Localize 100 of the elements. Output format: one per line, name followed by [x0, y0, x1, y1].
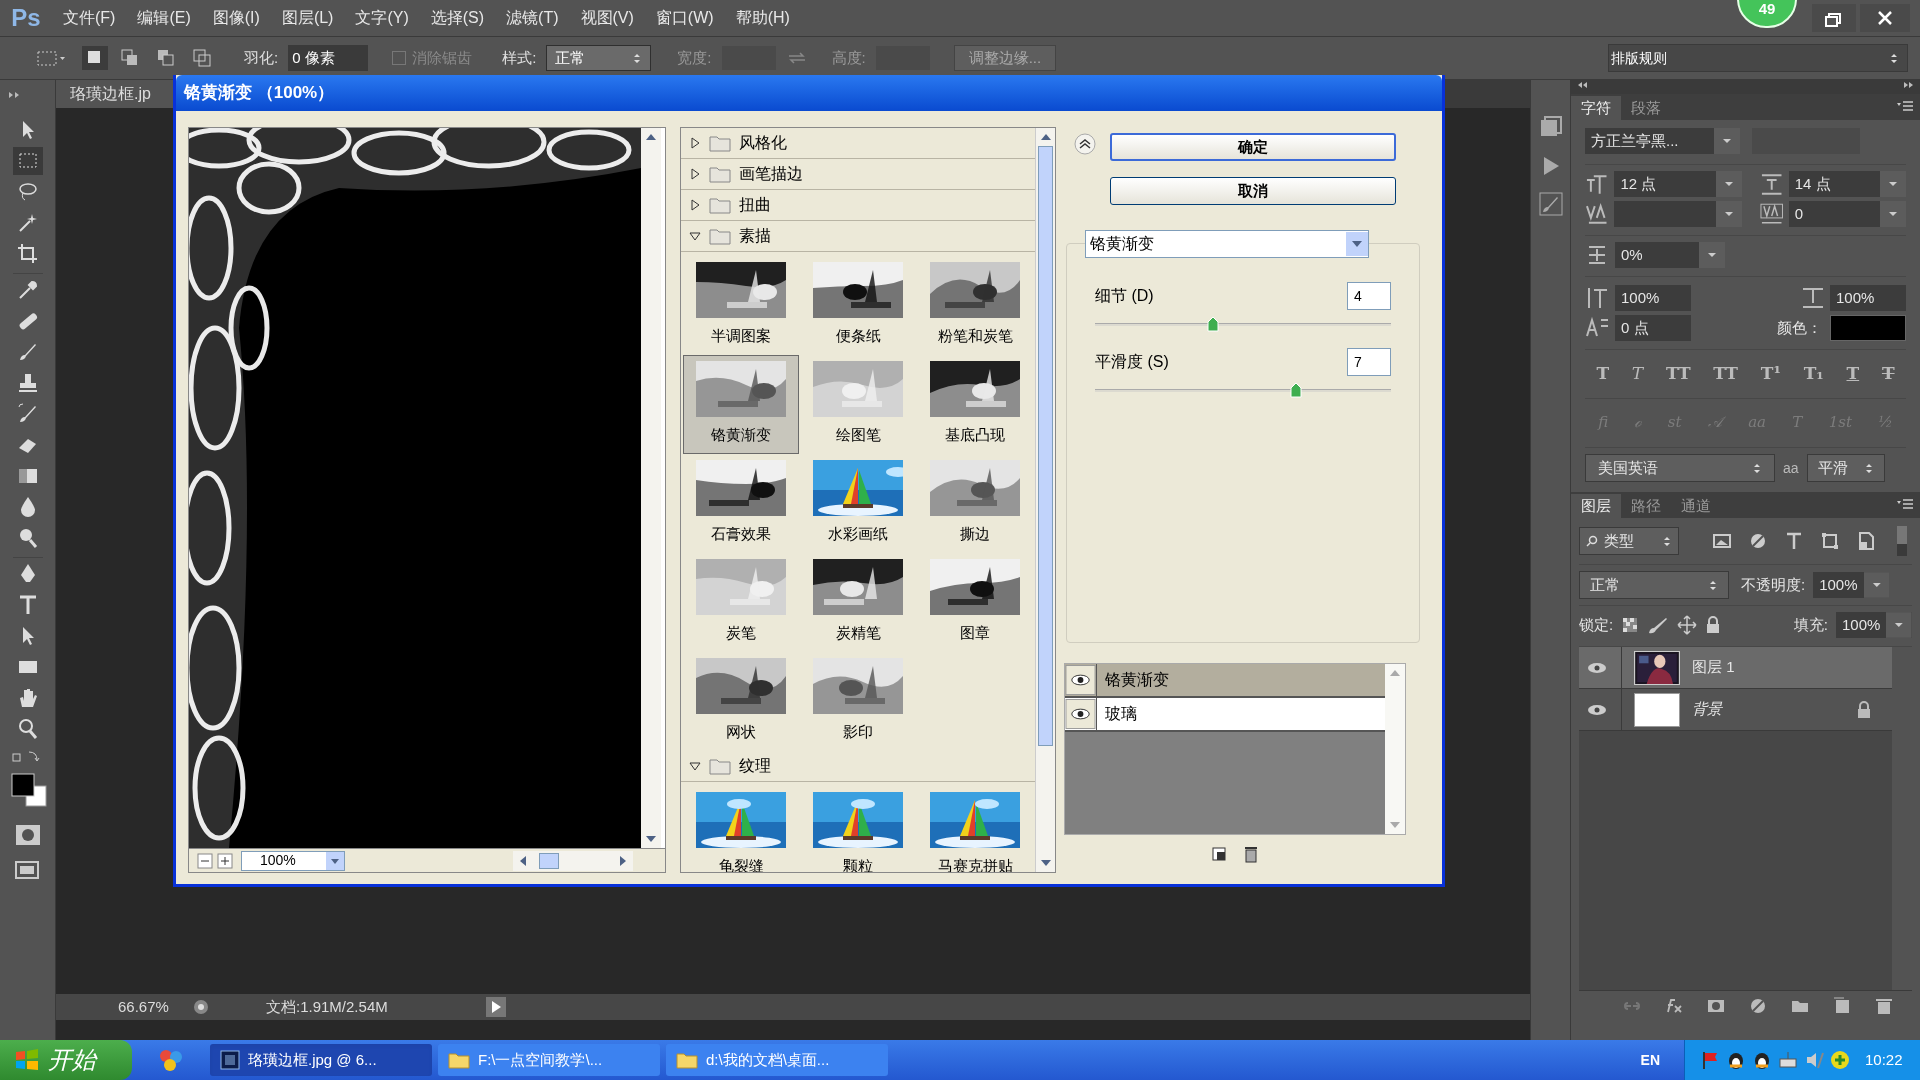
filter-thumbnail[interactable]: 石膏效果 [683, 454, 799, 553]
font-family-dropdown[interactable]: 方正兰亭黑... [1585, 128, 1740, 154]
language-dropdown[interactable]: 美国英语 [1585, 454, 1775, 482]
scrollbar[interactable] [513, 850, 633, 871]
network-icon[interactable] [1777, 1049, 1799, 1071]
new-selection-icon[interactable] [82, 46, 108, 70]
plus-icon[interactable] [1829, 1049, 1851, 1071]
filter-thumbnail[interactable]: 铬黄渐变 [683, 355, 799, 454]
taskbar-button[interactable]: 珞璜边框.jpg @ 6... [210, 1044, 432, 1076]
font-size-field[interactable]: 12 点 [1614, 171, 1742, 197]
new-effect-layer-icon[interactable] [1210, 845, 1228, 863]
type-style-button[interactable]: T [1881, 361, 1895, 387]
close-icon[interactable] [1860, 4, 1910, 32]
panel-tab[interactable]: 段落 [1621, 96, 1671, 120]
parameter-field[interactable]: 4 [1347, 282, 1391, 310]
filter-thumbnail[interactable]: 粉笔和炭笔 [917, 256, 1033, 355]
menu-item[interactable]: 视图(V) [569, 6, 645, 30]
feather-field[interactable]: 0 像素 [288, 45, 369, 71]
lock-icon[interactable] [1705, 616, 1722, 634]
play-icon[interactable] [486, 997, 506, 1017]
taskbar-button[interactable]: d:\我的文档\桌面... [666, 1044, 888, 1076]
menu-item[interactable]: 文字(Y) [344, 6, 420, 30]
filter-thumbnail[interactable]: 水彩画纸 [800, 454, 916, 553]
blend-mode-dropdown[interactable]: 正常 [1579, 571, 1729, 599]
kerning-field[interactable] [1614, 201, 1742, 227]
restore-icon[interactable] [1812, 4, 1856, 32]
marquee-icon[interactable] [12, 147, 43, 175]
horizontal-scale-field[interactable]: 100% [1830, 285, 1906, 311]
menu-item[interactable]: 图层(L) [270, 6, 345, 30]
filter-thumbnail[interactable]: 半调图案 [683, 256, 799, 355]
opacity-field[interactable]: 100% [1813, 572, 1890, 598]
menu-item[interactable]: 编辑(E) [126, 6, 202, 30]
eye-icon[interactable] [1065, 698, 1097, 730]
color-swatch[interactable] [1830, 315, 1906, 341]
filter-group[interactable]: 纹理 [681, 751, 1035, 782]
taskbar-button[interactable]: F:\一点空间教学\... [438, 1044, 660, 1076]
caret-right-icon[interactable] [620, 855, 626, 866]
ok-button[interactable]: 确定 [1110, 133, 1396, 161]
caret-left-icon[interactable] [520, 855, 526, 866]
new-layer-icon[interactable] [1832, 995, 1852, 1016]
scroll-thumb[interactable] [539, 852, 559, 869]
zoom-in-icon[interactable] [217, 852, 233, 869]
filter-thumbnail[interactable]: 影印 [800, 652, 916, 751]
panel-tab[interactable]: 通道 [1671, 494, 1721, 518]
shape-filter-icon[interactable] [1819, 530, 1841, 552]
effect-layer-row[interactable]: 玻璃 [1065, 698, 1385, 732]
slider-thumb[interactable] [1290, 382, 1303, 398]
filter-dropdown[interactable]: 铬黄渐变 [1085, 230, 1369, 258]
lock-position-icon[interactable] [1677, 615, 1698, 635]
filter-thumbnail[interactable]: 绘图笔 [800, 355, 916, 454]
type-style-button[interactable]: TT [1713, 361, 1739, 387]
zoom-dropdown[interactable]: 100% [241, 850, 345, 871]
vertical-scale-field[interactable]: 100% [1615, 285, 1691, 311]
filter-group[interactable]: 画笔描边 [681, 159, 1035, 190]
caret-up-icon[interactable] [646, 134, 656, 140]
filter-thumbnail[interactable]: 撕边 [917, 454, 1033, 553]
filter-group[interactable]: 扭曲 [681, 190, 1035, 221]
antialias-dropdown[interactable]: 平滑 [1806, 454, 1885, 482]
menu-item[interactable]: 文件(F) [52, 6, 127, 30]
scrollbar[interactable] [641, 128, 661, 848]
panel-tab[interactable]: 路径 [1621, 494, 1671, 518]
cancel-button[interactable]: 取消 [1110, 177, 1396, 205]
type-style-button[interactable]: T₁ [1803, 361, 1824, 387]
filter-thumbnail[interactable]: 图章 [917, 553, 1033, 652]
scrollbar[interactable] [1035, 128, 1055, 872]
panel-menu-icon[interactable] [1896, 100, 1914, 114]
lock-brush-icon[interactable] [1647, 616, 1670, 634]
filter-thumbnail[interactable]: 炭笔 [683, 553, 799, 652]
lock-pixels-icon[interactable] [1621, 616, 1640, 634]
layer-row[interactable]: 图层 1 [1579, 647, 1892, 689]
leading-field[interactable]: 14 点 [1788, 171, 1906, 197]
filter-group[interactable]: 风格化 [681, 128, 1035, 159]
scroll-thumb[interactable] [1038, 146, 1053, 746]
brush-panel-icon[interactable] [1536, 190, 1565, 218]
type-style-button[interactable]: T [1846, 361, 1860, 387]
effect-layer-row[interactable]: 铬黄渐变 [1065, 664, 1385, 698]
slider-thumb[interactable] [1207, 316, 1220, 332]
type-style-button[interactable]: TT [1665, 361, 1691, 387]
type-style-button[interactable]: T [1596, 361, 1610, 387]
panel-tab[interactable]: 字符 [1571, 96, 1621, 120]
type-style-button[interactable]: T [1631, 361, 1644, 387]
tracking-field[interactable]: 0 [1788, 201, 1906, 227]
eye-icon[interactable] [1065, 664, 1097, 696]
document-tab[interactable]: 珞璜边框.jp [56, 80, 176, 108]
filter-group[interactable]: 素描 [681, 221, 1035, 252]
menu-item[interactable]: 选择(S) [419, 6, 496, 30]
filter-thumbnail[interactable]: 网状 [683, 652, 799, 751]
menu-item[interactable]: 帮助(H) [724, 6, 801, 30]
style-dropdown[interactable]: 正常 [546, 45, 652, 71]
filter-thumbnail[interactable]: 便条纸 [800, 256, 916, 355]
menu-item[interactable]: 滤镜(T) [495, 6, 570, 30]
caret-up-icon[interactable] [1040, 134, 1051, 140]
language-indicator[interactable]: EN [1640, 1049, 1660, 1071]
trash-icon[interactable] [1242, 845, 1260, 863]
filter-toggle-icon[interactable] [1897, 526, 1907, 556]
caret-down-icon[interactable] [1040, 860, 1051, 866]
layer-row[interactable]: 背景 [1579, 689, 1892, 731]
collapse-up-icon[interactable] [1074, 133, 1096, 155]
layer-filter-dropdown[interactable]: 类型 [1579, 527, 1679, 555]
tsume-field[interactable]: 0% [1615, 242, 1725, 268]
